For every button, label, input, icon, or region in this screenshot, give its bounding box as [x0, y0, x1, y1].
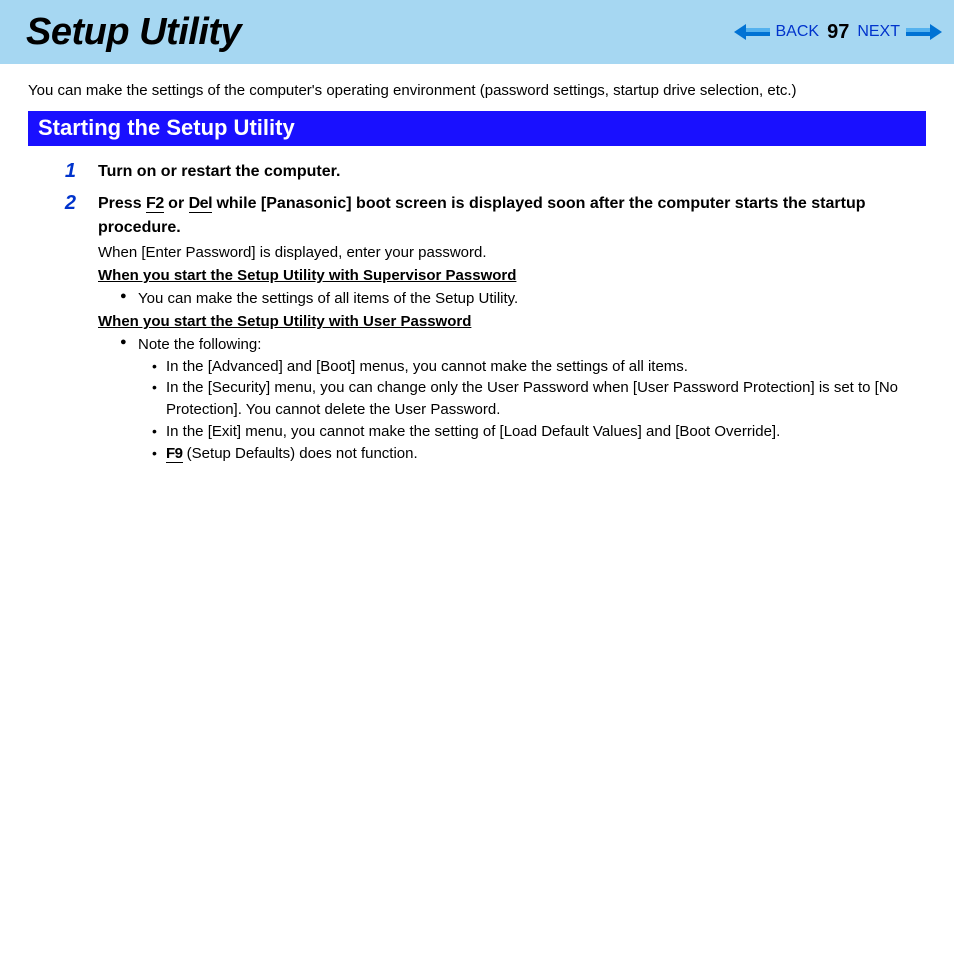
step-number: 1 — [60, 160, 76, 184]
key-del: Del — [189, 195, 212, 213]
step-heading: Press F2 or Del while [Panasonic] boot s… — [98, 192, 926, 240]
back-link[interactable]: BACK — [776, 23, 820, 41]
text: Note the following: — [138, 336, 261, 353]
step-2: 2 Press F2 or Del while [Panasonic] boot… — [60, 192, 926, 464]
step-body: Turn on or restart the computer. — [98, 160, 926, 184]
step-subline: When [Enter Password] is displayed, ente… — [98, 242, 926, 263]
subheading-user: When you start the Setup Utility with Us… — [98, 311, 926, 334]
list-item: In the [Advanced] and [Boot] menus, you … — [152, 356, 926, 378]
dash-list: In the [Advanced] and [Boot] menus, you … — [138, 356, 926, 465]
list-item: In the [Security] menu, you can change o… — [152, 377, 926, 421]
step-heading: Turn on or restart the computer. — [98, 160, 926, 184]
step-number: 2 — [60, 192, 76, 464]
subheading-supervisor: When you start the Setup Utility with Su… — [98, 265, 926, 288]
nav-group: BACK 97 NEXT — [734, 21, 943, 44]
step-1: 1 Turn on or restart the computer. — [60, 160, 926, 184]
list-item: F9 (Setup Defaults) does not function. — [152, 443, 926, 465]
steps-container: 1 Turn on or restart the computer. 2 Pre… — [60, 160, 926, 464]
text: Press — [98, 195, 146, 212]
bullet-list: You can make the settings of all items o… — [98, 288, 926, 310]
page-title: Setup Utility — [26, 11, 241, 54]
next-arrow-icon[interactable] — [906, 23, 942, 41]
list-item: Note the following: In the [Advanced] an… — [120, 334, 926, 465]
next-link[interactable]: NEXT — [857, 23, 900, 41]
bullet-list: Note the following: In the [Advanced] an… — [98, 334, 926, 465]
text: (Setup Defaults) does not function. — [183, 445, 418, 462]
text: while [Panasonic] boot screen is display… — [98, 195, 866, 236]
header-bar: Setup Utility BACK 97 NEXT — [0, 0, 954, 64]
key-f2: F2 — [146, 195, 164, 213]
page-number: 97 — [827, 21, 849, 44]
list-item: In the [Exit] menu, you cannot make the … — [152, 421, 926, 443]
step-body: Press F2 or Del while [Panasonic] boot s… — [98, 192, 926, 464]
back-arrow-icon[interactable] — [734, 23, 770, 41]
key-f9: F9 — [166, 445, 183, 463]
section-title: Starting the Setup Utility — [28, 111, 926, 146]
intro-text: You can make the settings of the compute… — [28, 82, 954, 99]
list-item: You can make the settings of all items o… — [120, 288, 926, 310]
text: or — [164, 195, 189, 212]
